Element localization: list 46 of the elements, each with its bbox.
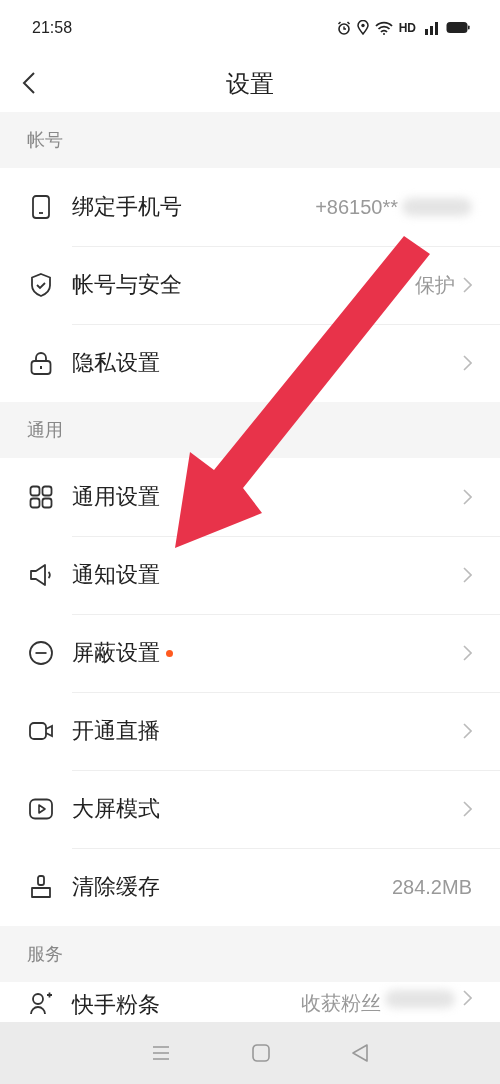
location-icon <box>356 20 369 35</box>
section-title: 帐号 <box>27 128 63 152</box>
row-label: 通知设置 <box>72 561 160 589</box>
shield-check-icon <box>28 272 54 298</box>
section-title: 通用 <box>27 418 63 442</box>
battery-icon <box>446 21 470 34</box>
settings-row[interactable]: 绑定手机号 +86150** <box>0 168 500 246</box>
grid-icon <box>28 484 54 510</box>
brush-icon <box>28 874 54 900</box>
settings-row[interactable]: 隐私设置 <box>0 324 500 402</box>
row-label: 隐私设置 <box>72 349 160 377</box>
signal-icon <box>422 20 440 35</box>
minus-circle-icon <box>28 640 54 666</box>
row-value: +86150** <box>315 195 398 219</box>
row-label: 屏蔽设置 <box>72 639 160 667</box>
row-label: 绑定手机号 <box>72 193 182 221</box>
play-icon <box>28 796 54 822</box>
speaker-icon <box>28 562 54 588</box>
settings-row[interactable]: 帐号与安全 保护 <box>0 246 500 324</box>
lock-icon <box>28 350 54 376</box>
menu-icon[interactable] <box>150 1045 171 1061</box>
row-label: 帐号与安全 <box>72 271 182 299</box>
row-label: 通用设置 <box>72 483 160 511</box>
row-label: 快手粉条 <box>72 991 160 1019</box>
row-label: 大屏模式 <box>72 795 160 823</box>
settings-row[interactable]: 清除缓存 284.2MB <box>0 848 500 926</box>
row-label: 清除缓存 <box>72 873 160 901</box>
home-icon[interactable] <box>252 1044 270 1062</box>
row-label: 开通直播 <box>72 717 160 745</box>
back-icon[interactable] <box>22 71 36 95</box>
person-icon <box>28 990 54 1016</box>
row-value: 284.2MB <box>391 875 472 899</box>
wifi-icon <box>374 20 393 35</box>
section-title: 服务 <box>27 942 63 966</box>
settings-row[interactable]: 通用设置 <box>0 458 500 536</box>
alarm-icon <box>336 20 351 35</box>
settings-row[interactable]: 开通直播 <box>0 692 500 770</box>
page-title: 设置 <box>226 68 274 100</box>
row-value: 保护 <box>415 272 455 298</box>
back-triangle-icon[interactable] <box>351 1043 370 1063</box>
settings-row[interactable]: 通知设置 <box>0 536 500 614</box>
row-value: 收获粉丝 <box>301 991 381 1016</box>
network-label: HD <box>398 20 416 35</box>
settings-row[interactable]: 屏蔽设置 <box>0 614 500 692</box>
status-time: 21:58 <box>32 18 73 37</box>
settings-row[interactable]: 大屏模式 <box>0 770 500 848</box>
